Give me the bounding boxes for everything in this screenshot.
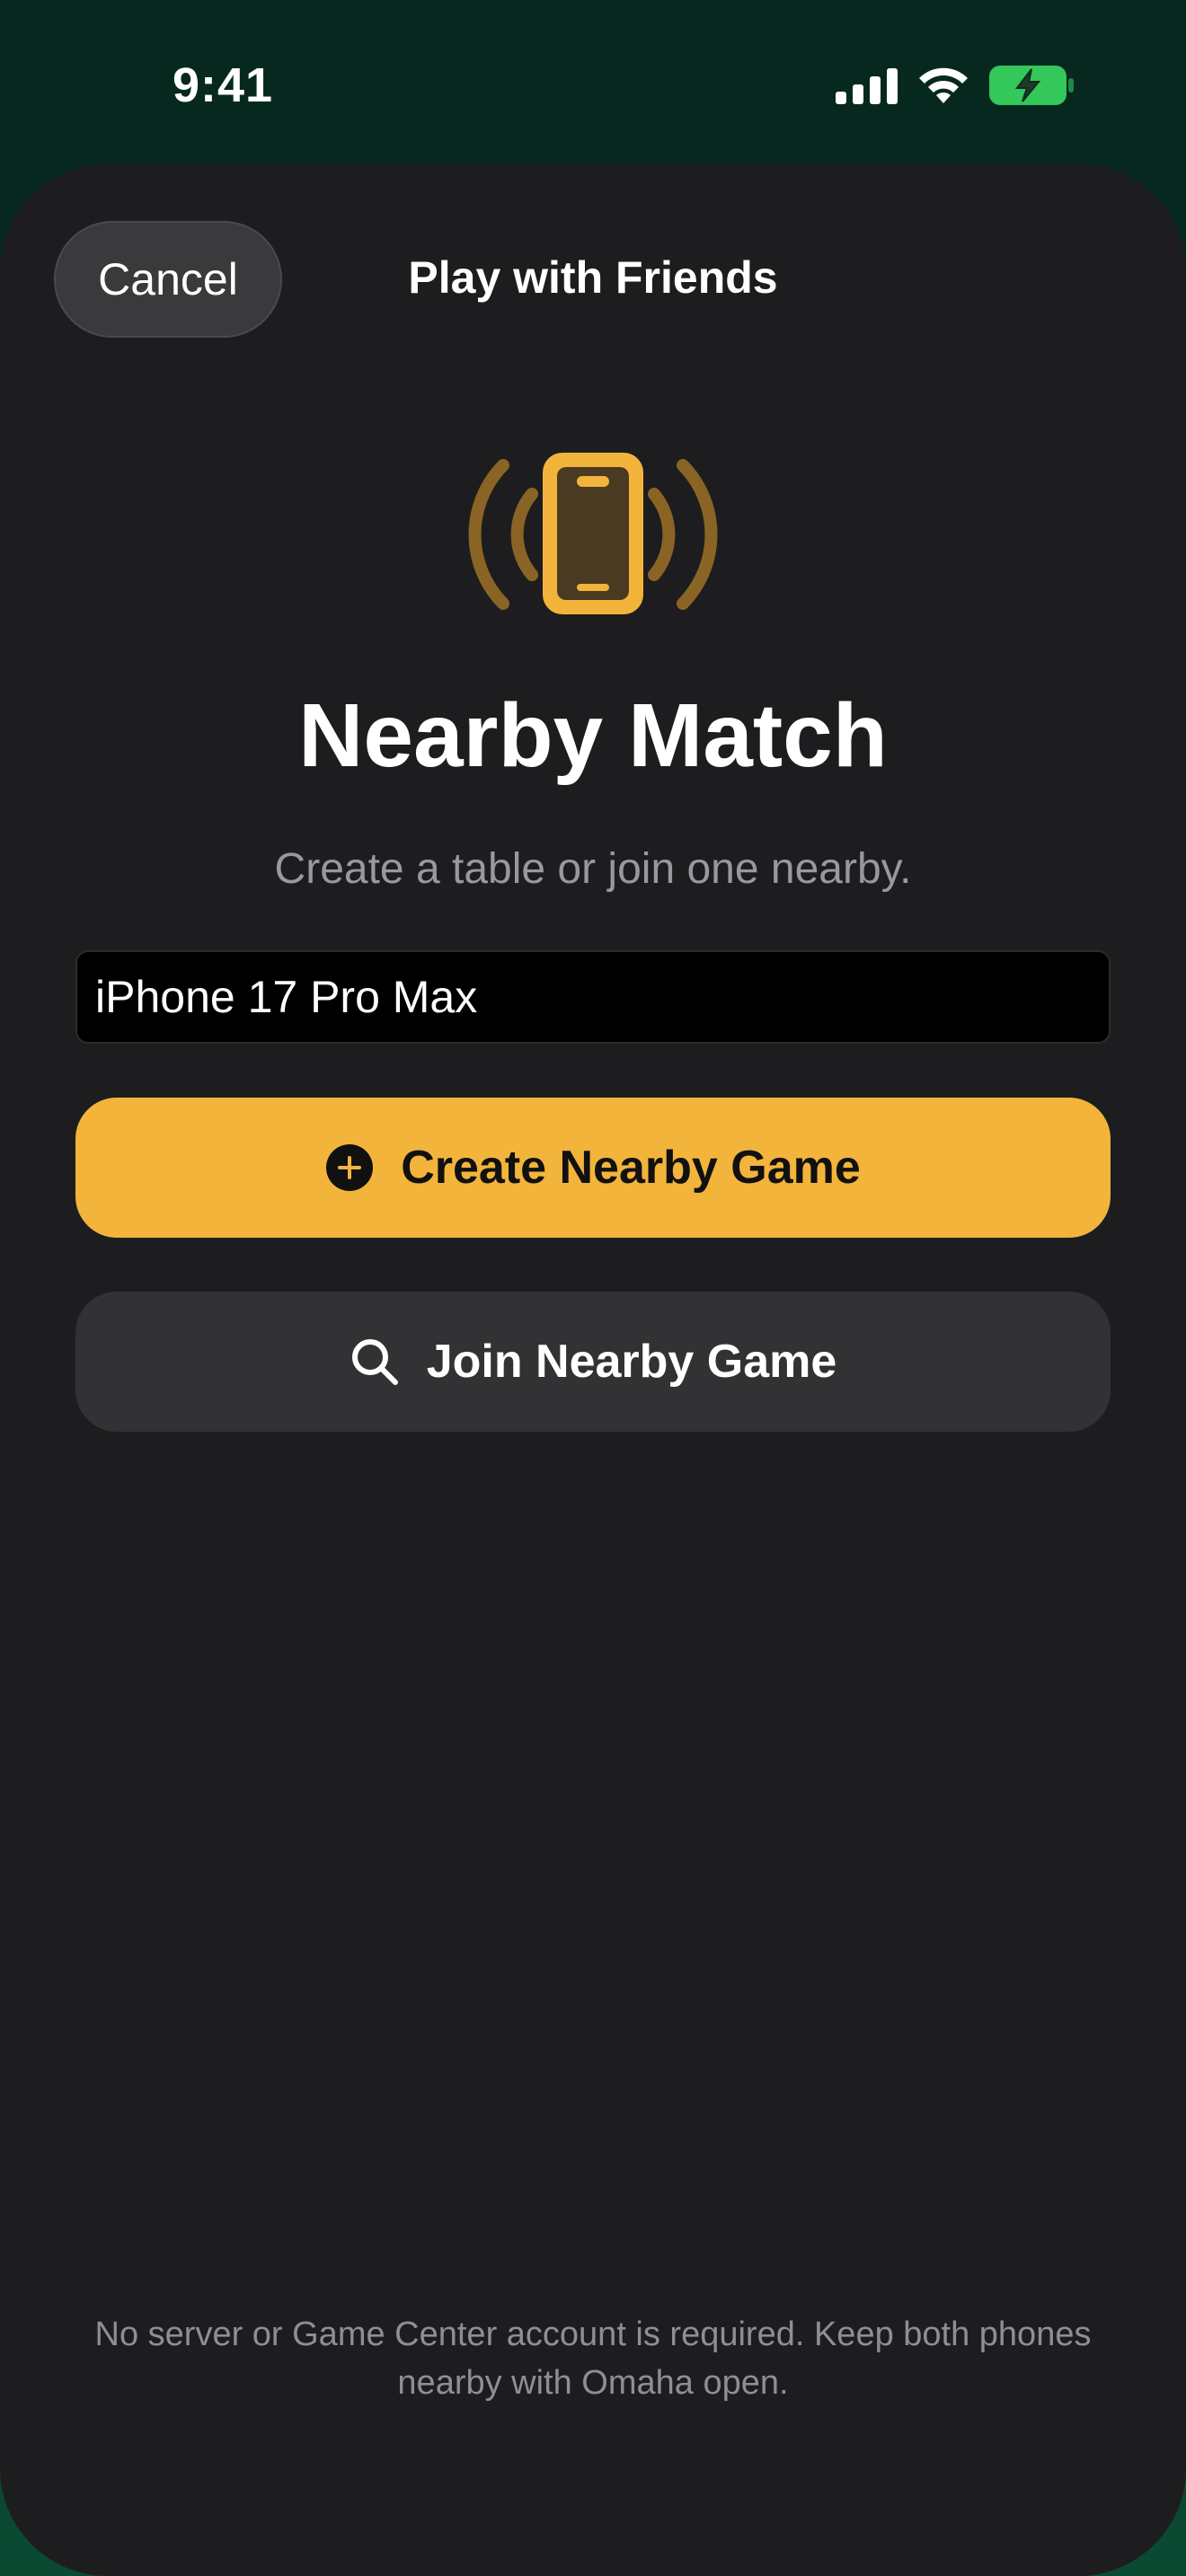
cellular-signal-icon — [836, 68, 898, 104]
plus-circle-icon — [326, 1144, 374, 1191]
status-bar: 9:41 — [0, 0, 1186, 171]
create-nearby-game-button[interactable]: Create Nearby Game — [75, 1098, 1111, 1238]
footer-note: No server or Game Center account is requ… — [94, 2316, 1092, 2402]
create-nearby-game-label: Create Nearby Game — [401, 1142, 861, 1194]
status-icons — [836, 65, 1075, 106]
status-time: 9:41 — [173, 58, 274, 112]
device-name-field[interactable] — [75, 950, 1111, 1044]
main-title: Nearby Match — [298, 685, 888, 786]
battery-charging-icon — [989, 66, 1074, 105]
search-icon — [351, 1339, 398, 1385]
sheet-title: Play with Friends — [408, 252, 778, 303]
join-nearby-game-label: Join Nearby Game — [426, 1336, 837, 1388]
wifi-icon — [919, 67, 968, 103]
iphone-radiowaves-icon — [468, 453, 718, 614]
join-nearby-game-button[interactable]: Join Nearby Game — [75, 1292, 1111, 1432]
sheet: Cancel Play with Friends Nearby Match Cr… — [0, 163, 1186, 2576]
subtitle: Create a table or join one nearby. — [274, 845, 912, 893]
